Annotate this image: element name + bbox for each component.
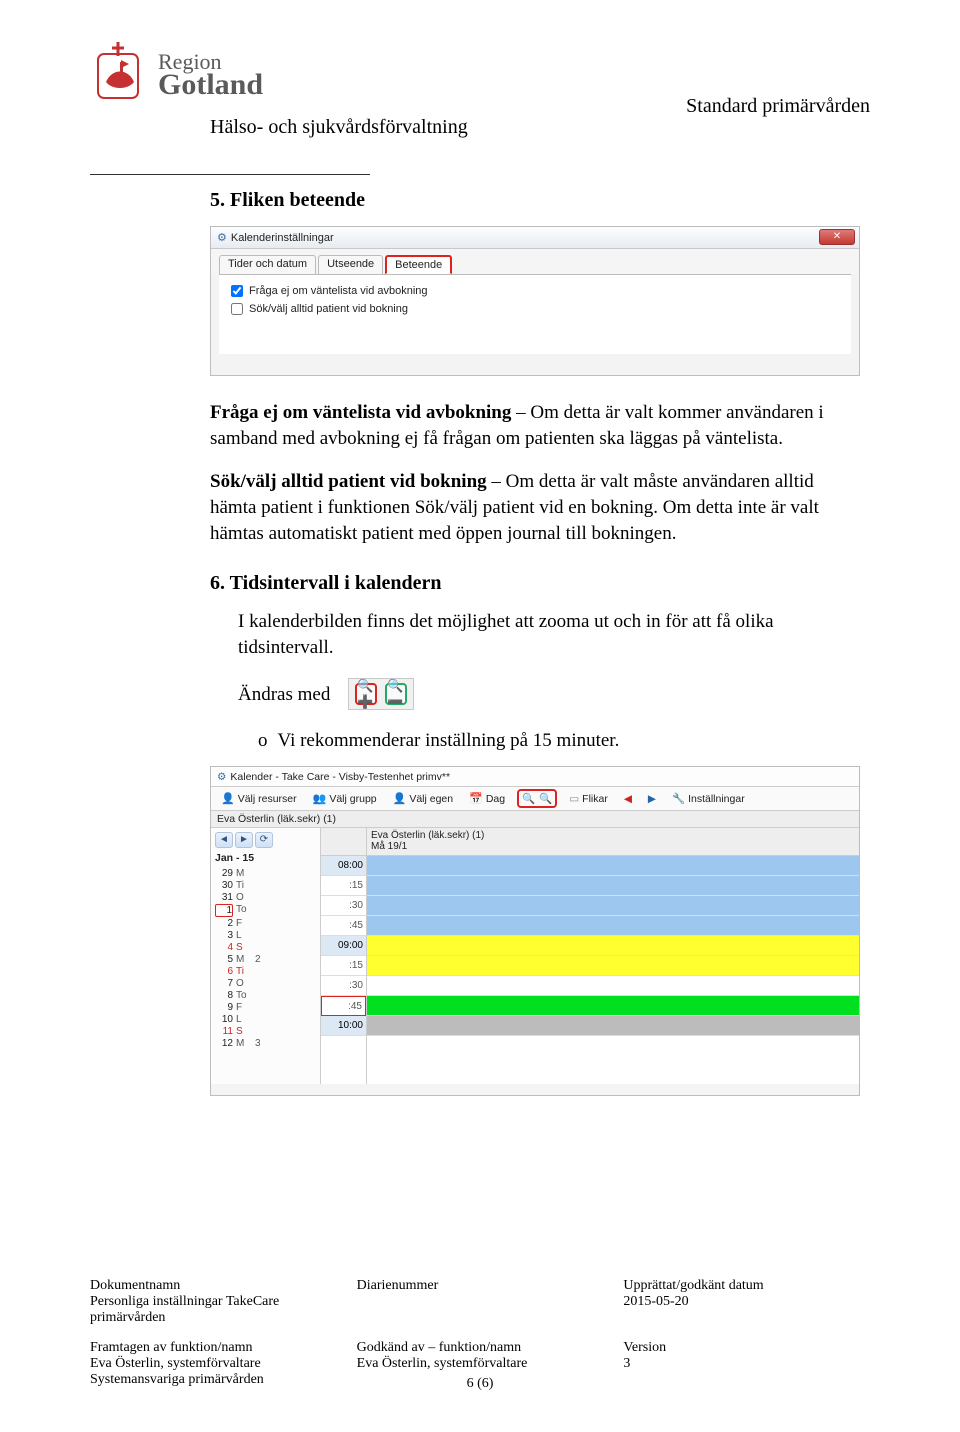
mini-calendar-panel: ◄ ► ⟳ Jan - 15 29M30Ti31O1To2F3L4S5M26Ti… bbox=[211, 828, 321, 1084]
f-dokumentnamn-label: Dokumentnamn bbox=[90, 1278, 337, 1294]
resource-bar: Eva Österlin (läk.sekr) (1) bbox=[211, 811, 859, 828]
chk-fraga-ej-vantelista[interactable] bbox=[231, 285, 243, 297]
zoom-out-icon[interactable]: 🔍 bbox=[539, 792, 552, 805]
f-framtagen-label: Framtagen av funktion/namn bbox=[90, 1340, 337, 1356]
header-rule bbox=[90, 174, 370, 175]
toolbar: 👤Välj resurser 👥Välj grupp 👤Välj egen 📅D… bbox=[211, 787, 859, 811]
f-datum-val: 2015-05-20 bbox=[623, 1294, 870, 1310]
region-gotland-shield-icon bbox=[90, 40, 150, 110]
zoom-icons-chip: 🔍➕ 🔍➖ bbox=[348, 678, 414, 710]
cal-fwd[interactable]: ► bbox=[235, 832, 253, 848]
chk-sok-valj-patient[interactable] bbox=[231, 303, 243, 315]
content-body: 5. Fliken beteende ⚙ Kalenderinställning… bbox=[210, 189, 860, 1096]
para-tidsintervall: I kalenderbilden finns det möjlighet att… bbox=[238, 609, 860, 660]
zoom-out-icon[interactable]: 🔍➖ bbox=[385, 683, 407, 705]
dialog-title: Kalenderinställningar bbox=[231, 232, 334, 244]
chk-label-2: Sök/välj alltid patient vid bokning bbox=[249, 303, 408, 315]
f-dokumentnamn-val: Personliga inställningar TakeCare primär… bbox=[90, 1294, 337, 1326]
window-icon: ▭ bbox=[569, 793, 579, 805]
para-fraga-ej: Fråga ej om väntelista vid avbokning – O… bbox=[210, 400, 860, 451]
mini-calendar-grid[interactable]: 29M30Ti31O1To2F3L4S5M26Ti7O8To9F10L11S12… bbox=[215, 868, 316, 1049]
person-icon: 👤 bbox=[393, 792, 407, 805]
dialog-titlebar: ⚙ Kalenderinställningar ✕ bbox=[211, 227, 859, 249]
btn-installningar[interactable]: 🔧Inställningar bbox=[668, 791, 749, 806]
close-button[interactable]: ✕ bbox=[819, 229, 855, 245]
f-version-val: 3 bbox=[623, 1356, 870, 1372]
tab-beteende[interactable]: Beteende bbox=[385, 255, 452, 274]
tab-tider-och-datum[interactable]: Tider och datum bbox=[219, 255, 316, 274]
month-label: Jan - 15 bbox=[215, 852, 316, 864]
page-footer: Dokumentnamn Personliga inställningar Ta… bbox=[90, 1278, 870, 1392]
window-title: Kalender - Take Care - Visby-Testenhet p… bbox=[230, 771, 450, 783]
f-godkand-val: Eva Österlin, systemförvaltare bbox=[357, 1356, 604, 1372]
tab-row: Tider och datum Utseende Beteende bbox=[211, 249, 859, 274]
f-godkand-label: Godkänd av – funktion/namn bbox=[357, 1340, 604, 1356]
f-version-label: Version bbox=[623, 1340, 870, 1356]
nav-prev[interactable]: ◀ bbox=[620, 792, 636, 806]
btn-flikar[interactable]: ▭Flikar bbox=[565, 792, 612, 806]
f-datum-label: Upprättat/godkänt datum bbox=[623, 1278, 870, 1294]
nav-next[interactable]: ▶ bbox=[644, 792, 660, 806]
wrench-icon: 🔧 bbox=[672, 792, 685, 805]
time-column: 08:00:15:30:4509:00:15:30:4510:00 bbox=[321, 828, 367, 1084]
btn-dag[interactable]: 📅Dag bbox=[465, 791, 509, 806]
btn-valj-egen[interactable]: 👤Välj egen bbox=[389, 791, 458, 806]
zoom-in-icon[interactable]: 🔍➕ bbox=[355, 683, 377, 705]
person-icon: 👤 bbox=[221, 792, 235, 805]
logo-line2: Gotland bbox=[158, 71, 263, 98]
andras-med-label: Ändras med bbox=[238, 682, 330, 708]
calendar-icon: 📅 bbox=[469, 792, 483, 805]
chk-label-1: Fråga ej om väntelista vid avbokning bbox=[249, 285, 428, 297]
section-5-title: 5. Fliken beteende bbox=[210, 189, 860, 212]
screenshot-kalenderinstallningar: ⚙ Kalenderinställningar ✕ Tider och datu… bbox=[210, 226, 860, 376]
recommendation-bullet: oVi rekommenderar inställning på 15 minu… bbox=[258, 730, 860, 752]
department: Hälso- och sjukvårdsförvaltning bbox=[210, 116, 870, 139]
page-header: Region Gotland Standard primärvården Häl… bbox=[90, 40, 870, 170]
tab-pane: Fråga ej om väntelista vid avbokning Sök… bbox=[219, 274, 851, 354]
tab-utseende[interactable]: Utseende bbox=[318, 255, 383, 274]
btn-valj-grupp[interactable]: 👥Välj grupp bbox=[309, 791, 381, 806]
group-icon: 👥 bbox=[313, 792, 327, 805]
btn-valj-resurser[interactable]: 👤Välj resurser bbox=[217, 791, 301, 806]
f-framtagen-val2: Systemansvariga primärvården bbox=[90, 1372, 337, 1388]
zoom-highlight: 🔍 🔍 bbox=[517, 789, 557, 808]
section-6-title: 6. Tidsintervall i kalendern bbox=[210, 572, 860, 595]
app-icon: ⚙ bbox=[217, 771, 226, 783]
gear-icon: ⚙ bbox=[217, 231, 227, 244]
screenshot-kalender: ⚙ Kalender - Take Care - Visby-Testenhet… bbox=[210, 766, 860, 1096]
zoom-in-icon[interactable]: 🔍 bbox=[522, 792, 535, 805]
doc-type: Standard primärvården bbox=[686, 95, 870, 118]
f-diarienummer-label: Diarienummer bbox=[357, 1278, 604, 1294]
page-number: 6 (6) bbox=[357, 1376, 604, 1392]
cal-refresh[interactable]: ⟳ bbox=[255, 832, 273, 848]
window-titlebar: ⚙ Kalender - Take Care - Visby-Testenhet… bbox=[211, 767, 859, 787]
f-framtagen-val1: Eva Österlin, systemförvaltare bbox=[90, 1356, 337, 1372]
day-column[interactable]: Eva Österlin (läk.sekr) (1) Må 19/1 bbox=[367, 828, 859, 1084]
cal-back[interactable]: ◄ bbox=[215, 832, 233, 848]
para-sok-valj: Sök/välj alltid patient vid bokning – Om… bbox=[210, 469, 860, 546]
